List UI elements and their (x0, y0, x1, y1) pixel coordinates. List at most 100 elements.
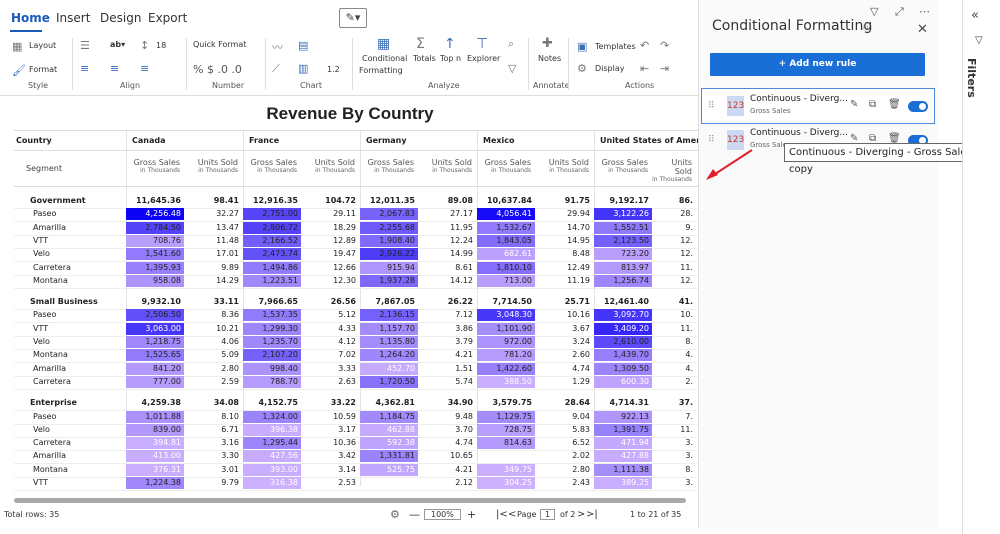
measure-header[interactable]: Gross Sales in Thousands (243, 158, 297, 174)
table-cell[interactable]: 2.43 (535, 477, 593, 489)
hierarchy-icon[interactable]: ⊤ (476, 36, 488, 52)
table-cell[interactable]: 972.00 (477, 336, 535, 348)
table-cell[interactable]: 316.38 (243, 477, 301, 489)
table-cell[interactable]: 8.48 (535, 248, 593, 260)
table-cell[interactable]: 37. (652, 397, 696, 409)
table-cell[interactable]: 2,123.50 (594, 234, 652, 247)
country-header-1[interactable]: France (249, 136, 279, 145)
filters-label[interactable]: Filters (965, 58, 978, 98)
table-cell[interactable]: 12. (652, 235, 696, 247)
table-cell[interactable]: 2,473.74 (243, 248, 301, 261)
row-label[interactable]: Amarilla (33, 451, 66, 460)
table-cell[interactable]: 4,714.31 (594, 397, 652, 409)
table-cell[interactable]: 682.61 (477, 248, 535, 261)
table-cell[interactable]: 2.59 (184, 376, 242, 388)
table-cell[interactable]: 2,926.22 (360, 248, 418, 261)
table-cell[interactable]: 1.29 (535, 376, 593, 388)
table-cell[interactable]: 5.83 (535, 424, 593, 436)
table-cell[interactable]: 4.33 (301, 323, 359, 335)
table-cell[interactable]: 9.79 (184, 477, 242, 489)
table-cell[interactable]: 1,494.86 (243, 261, 301, 274)
data-bar-icon[interactable]: ▥ (298, 62, 308, 75)
table-cell[interactable]: 10.65 (418, 450, 476, 462)
table-cell[interactable]: 1,135.80 (360, 336, 418, 348)
table-cell[interactable]: 14.95 (535, 235, 593, 247)
table-cell[interactable]: 252.63 (477, 450, 535, 462)
table-cell[interactable]: 1,111.38 (594, 463, 652, 476)
notes-button[interactable]: Notes (538, 54, 561, 63)
table-cell[interactable]: 89.08 (418, 195, 476, 207)
more-options-icon[interactable]: ⋯ (919, 5, 930, 18)
topn-button[interactable]: Top n (440, 54, 461, 63)
table-cell[interactable]: 7,966.65 (243, 296, 301, 308)
table-cell[interactable]: 12,011.35 (360, 195, 418, 207)
table-cell[interactable]: 3,579.75 (477, 397, 535, 409)
conditional-label[interactable]: Conditional (362, 54, 407, 63)
table-cell[interactable]: 1,256.74 (594, 274, 652, 287)
table-cell[interactable]: 10,637.84 (477, 195, 535, 207)
table-cell[interactable]: 1,422.60 (477, 362, 535, 375)
table-cell[interactable]: 25.71 (535, 296, 593, 308)
table-cell[interactable]: 14.12 (418, 275, 476, 287)
horizontal-scrollbar[interactable] (14, 498, 686, 503)
table-cell[interactable]: 14.29 (184, 275, 242, 287)
prev-page-icon[interactable]: < (508, 509, 516, 520)
table-cell[interactable]: 2.60 (535, 349, 593, 361)
table-cell[interactable]: 12.66 (301, 262, 359, 274)
table-cell[interactable]: 3.16 (184, 437, 242, 449)
table-cell[interactable]: 10.36 (301, 437, 359, 449)
measure-header[interactable]: Gross Sales in Thousands (360, 158, 414, 174)
edit-mode-icon[interactable]: ✎▾ (339, 8, 367, 28)
table-cell[interactable]: 304.25 (477, 477, 535, 489)
country-header-4[interactable]: United States of America (600, 136, 713, 145)
table-cell[interactable]: 998.40 (243, 362, 301, 375)
row-label[interactable]: Velo (33, 425, 50, 434)
table-cell[interactable]: 1,299.30 (243, 322, 301, 335)
table-cell[interactable]: 427.88 (594, 450, 652, 463)
table-cell[interactable]: 12,916.35 (243, 195, 301, 207)
chart-value[interactable]: 1.2 (327, 65, 340, 74)
table-cell[interactable]: 2,806.72 (243, 221, 301, 234)
table-cell[interactable]: 1,331.81 (360, 450, 418, 463)
tab-insert[interactable]: Insert (56, 11, 90, 25)
table-cell[interactable]: 2,067.83 (360, 208, 418, 221)
table-cell[interactable]: 8. (652, 336, 696, 348)
table-cell[interactable]: 98.41 (184, 195, 242, 207)
table-cell[interactable]: 713.00 (477, 274, 535, 287)
table-cell[interactable]: 4.21 (418, 464, 476, 476)
row-label[interactable]: Paseo (33, 412, 56, 421)
zoom-level[interactable]: 100% (424, 509, 461, 520)
table-cell[interactable]: 1,810.10 (477, 261, 535, 274)
table-cell[interactable]: 14.70 (535, 222, 593, 234)
table-cell[interactable]: 3,063.00 (126, 322, 184, 335)
trend-icon[interactable]: ⟋ (272, 62, 280, 76)
row-label[interactable]: Montana (33, 276, 68, 285)
last-page-icon[interactable]: >| (586, 509, 598, 520)
undo-icon[interactable]: ↶ (640, 39, 649, 52)
table-cell[interactable]: 839.00 (126, 423, 184, 436)
topn-icon[interactable]: ↑ (444, 36, 456, 52)
table-cell[interactable]: 1,908.40 (360, 234, 418, 247)
table-cell[interactable]: 26.56 (301, 296, 359, 308)
measure-header[interactable]: Gross Sales in Thousands (477, 158, 531, 174)
table-cell[interactable]: 1,525.65 (126, 349, 184, 362)
next-page-icon[interactable]: > (577, 509, 585, 520)
table-cell[interactable]: 2.80 (535, 464, 593, 476)
conditional-formatting-icon[interactable]: ▦ (377, 36, 390, 52)
table-cell[interactable]: 4.74 (535, 363, 593, 375)
table-cell[interactable]: 413.00 (126, 450, 184, 463)
table-cell[interactable]: 19.47 (301, 248, 359, 260)
table-cell[interactable]: 3,092.70 (594, 309, 652, 322)
table-cell[interactable]: 7.12 (418, 309, 476, 321)
table-cell[interactable]: 3,048.30 (477, 309, 535, 322)
table-cell[interactable]: 3.24 (535, 336, 593, 348)
sparkline-icon[interactable]: 〰 (272, 39, 283, 55)
table-cell[interactable]: 2,751.00 (243, 208, 301, 221)
sum-icon[interactable]: Σ (416, 36, 425, 52)
measure-header[interactable]: Gross Sales in Thousands (126, 158, 180, 174)
table-cell[interactable]: 3. (652, 477, 696, 489)
table-cell[interactable]: 3.17 (301, 424, 359, 436)
table-cell[interactable]: 5.74 (418, 376, 476, 388)
country-header-0[interactable]: Canada (132, 136, 166, 145)
table-cell[interactable]: 8.36 (184, 309, 242, 321)
